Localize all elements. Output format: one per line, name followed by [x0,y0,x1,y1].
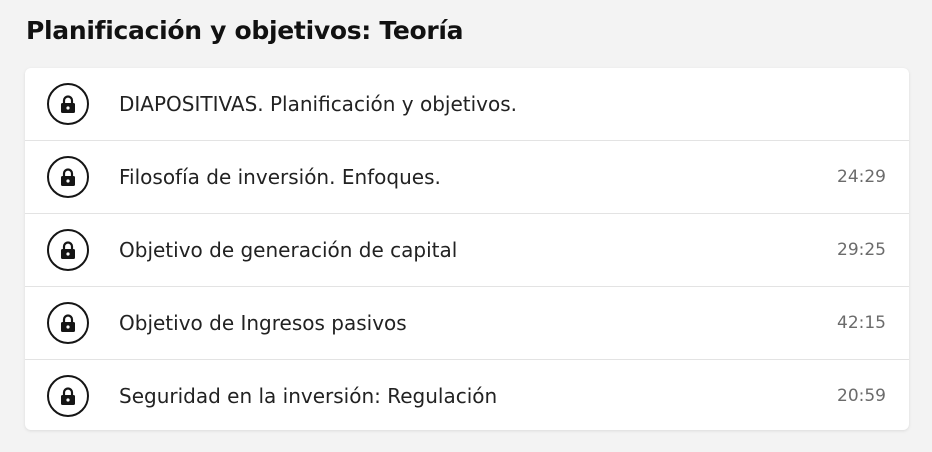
lesson-row[interactable]: DIAPOSITIVAS. Planificación y objetivos. [25,68,909,141]
lesson-row[interactable]: Seguridad en la inversión: Regulación 20… [25,360,909,430]
lesson-duration: 29:25 [837,240,886,260]
lesson-duration: 42:15 [837,313,886,333]
lesson-title: DIAPOSITIVAS. Planificación y objetivos. [119,92,517,116]
lesson-title: Objetivo de generación de capital [119,238,458,262]
lesson-list: DIAPOSITIVAS. Planificación y objetivos.… [25,68,909,430]
lock-icon [47,302,89,344]
lock-icon [47,83,89,125]
lesson-title: Seguridad en la inversión: Regulación [119,384,498,408]
section-title: Planificación y objetivos: Teoría [26,16,464,45]
lesson-row[interactable]: Filosofía de inversión. Enfoques. 24:29 [25,141,909,214]
lesson-duration: 24:29 [837,167,886,187]
lock-icon [47,375,89,417]
lock-icon [47,229,89,271]
lesson-row[interactable]: Objetivo de Ingresos pasivos 42:15 [25,287,909,360]
lesson-row[interactable]: Objetivo de generación de capital 29:25 [25,214,909,287]
lock-icon [47,156,89,198]
lesson-title: Filosofía de inversión. Enfoques. [119,165,441,189]
lesson-duration: 20:59 [837,386,886,406]
lesson-title: Objetivo de Ingresos pasivos [119,311,407,335]
